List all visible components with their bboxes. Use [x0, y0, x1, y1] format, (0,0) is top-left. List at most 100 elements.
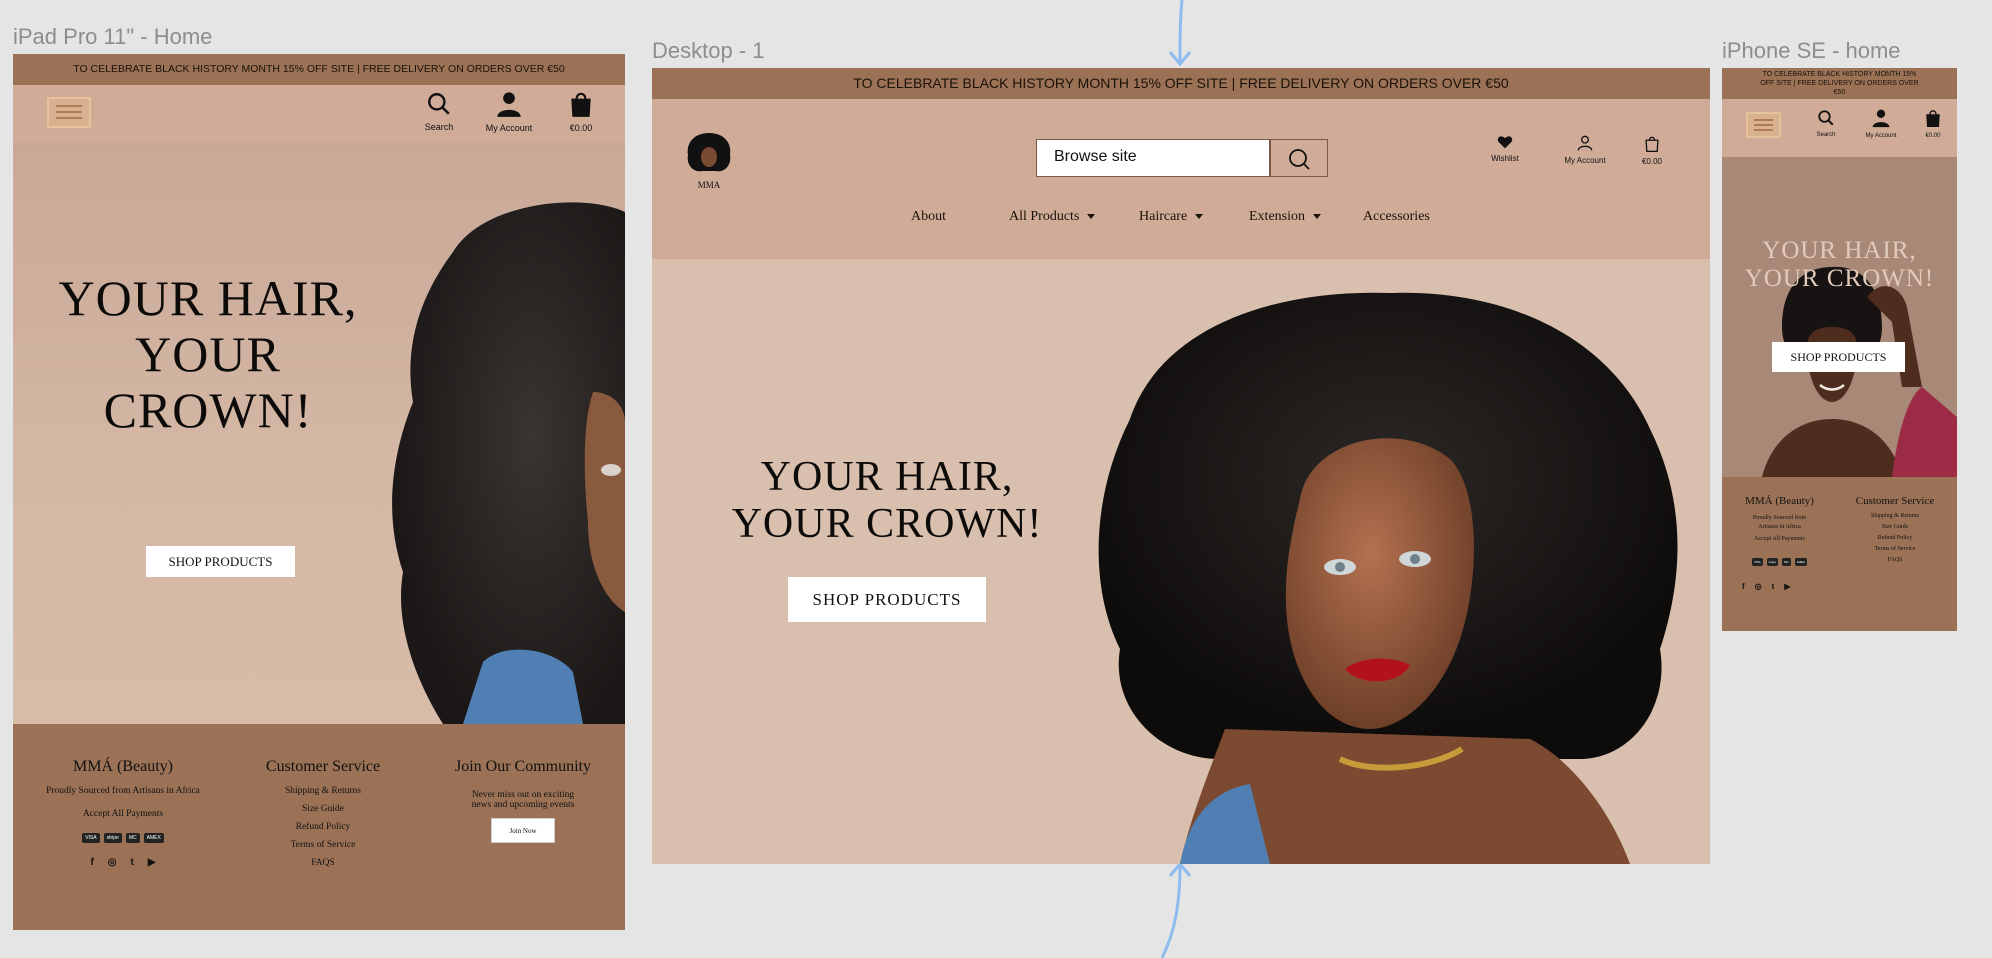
site-header: Search My Account €0.00	[1722, 99, 1957, 157]
hero-section: YOUR HAIR, YOUR CROWN! SHOP PRODUCTS	[13, 142, 625, 724]
nav-about[interactable]: About	[911, 209, 946, 225]
search-input[interactable]: Browse site	[1036, 139, 1270, 177]
footer-link-shipping[interactable]: Shipping & Returns	[233, 786, 413, 796]
footer-link-terms[interactable]: Terms of Service	[233, 840, 413, 850]
search-button[interactable]: Search	[1808, 109, 1844, 138]
mastercard-icon: MC	[125, 833, 140, 843]
payment-methods: VISA stripe MC AMEX	[1727, 550, 1832, 568]
shop-products-button[interactable]: SHOP PRODUCTS	[788, 577, 986, 622]
search-icon	[428, 93, 450, 115]
frame-label-iphone[interactable]: iPhone SE - home	[1722, 38, 1901, 64]
community-text-line2: news and upcoming events	[471, 800, 575, 810]
desktop-frame: TO CELEBRATE BLACK HISTORY MONTH 15% OFF…	[652, 68, 1710, 864]
hamburger-menu-button[interactable]	[1746, 112, 1781, 138]
shop-products-button[interactable]: SHOP PRODUCTS	[146, 546, 295, 577]
youtube-icon[interactable]: ▶	[1784, 582, 1790, 591]
footer-link-refund[interactable]: Refund Policy	[233, 822, 413, 832]
footer-link-faqs[interactable]: FAQS	[1840, 557, 1950, 563]
footer-link-size-guide[interactable]: Size Guide	[233, 804, 413, 814]
shopping-bag-icon	[1926, 110, 1940, 127]
footer-payments-label: Accept All Payments	[1754, 536, 1805, 542]
account-button[interactable]: My Account	[469, 90, 549, 133]
instagram-icon[interactable]: ◎	[108, 857, 117, 868]
account-button[interactable]: My Account	[1550, 135, 1620, 165]
nav-all-products[interactable]: All Products	[1009, 209, 1096, 225]
promo-banner: TO CELEBRATE BLACK HISTORY MONTH 15% OFF…	[1722, 68, 1957, 99]
prototype-connector-bottom	[1160, 861, 1192, 958]
frame-label-ipad[interactable]: iPad Pro 11" - Home	[13, 24, 212, 50]
footer-link-shipping[interactable]: Shipping & Returns	[1840, 513, 1950, 519]
promo-banner-line2: OFF SITE | FREE DELIVERY ON ORDERS OVER	[1760, 80, 1919, 87]
social-links: f ◎ t ▶	[23, 852, 223, 870]
footer-community-title: Join Our Community	[454, 758, 591, 775]
account-button[interactable]: My Account	[1856, 108, 1906, 139]
facebook-icon[interactable]: f	[1742, 582, 1745, 591]
visa-icon: VISA	[82, 833, 100, 843]
promo-banner-line1: TO CELEBRATE BLACK HISTORY MONTH 15%	[1762, 71, 1917, 78]
footer-community-column: Join Our Community Never miss out on exc…	[433, 758, 613, 843]
hero-model-image	[1762, 266, 1957, 477]
search-button[interactable]: Search	[409, 91, 469, 132]
cart-button[interactable]: €0.00	[1632, 135, 1672, 166]
wishlist-button[interactable]: Wishlist	[1480, 135, 1530, 163]
site-footer: MMÁ (Beauty) Proudly Sourced from Artisa…	[13, 724, 625, 930]
footer-brand-column: MMÁ (Beauty) Proudly Sourced from Artisa…	[23, 758, 223, 870]
search-submit-button[interactable]	[1270, 139, 1328, 177]
nav-accessories-label: Accessories	[1363, 209, 1430, 224]
frame-label-desktop[interactable]: Desktop - 1	[652, 38, 765, 64]
iphone-frame: TO CELEBRATE BLACK HISTORY MONTH 15% OFF…	[1722, 68, 1957, 631]
nav-extension-label: Extension	[1249, 209, 1305, 224]
footer-link-faqs[interactable]: FAQS	[233, 858, 413, 868]
site-footer: MMÁ (Beauty) Proudly Sourced from Artisa…	[1722, 477, 1957, 631]
stripe-icon: stripe	[103, 833, 122, 843]
brand-logo[interactable]: MMA	[684, 131, 734, 191]
footer-link-size-guide[interactable]: Size Guide	[1840, 524, 1950, 530]
hero-section: YOUR HAIR, YOUR CROWN! SHOP PRODUCTS	[652, 259, 1710, 864]
hamburger-menu-button[interactable]	[47, 97, 91, 128]
hero-title-line1: YOUR HAIR,	[1762, 237, 1917, 264]
cart-total: €0.00	[1641, 157, 1663, 166]
chevron-down-icon	[1195, 214, 1204, 220]
search-placeholder: Browse site	[1054, 148, 1137, 165]
search-label: Search	[424, 122, 454, 132]
user-icon	[497, 92, 521, 117]
nav-all-products-label: All Products	[1009, 209, 1080, 224]
nav-extension[interactable]: Extension	[1249, 209, 1321, 225]
footer-sourced-line1: Proudly Sourced from	[1752, 515, 1807, 521]
footer-brand-title: MMÁ (Beauty)	[73, 758, 173, 775]
hero-title-line1: YOUR HAIR,	[58, 270, 358, 326]
hero-title: YOUR HAIR, YOUR CROWN!	[53, 270, 363, 438]
hero-model-image	[392, 202, 625, 724]
hero-section: YOUR HAIR, YOUR CROWN! SHOP PRODUCTS	[1722, 157, 1957, 477]
nav-haircare[interactable]: Haircare	[1139, 209, 1204, 225]
twitter-icon[interactable]: t	[1772, 582, 1775, 591]
nav-about-label: About	[911, 209, 946, 224]
hero-title: YOUR HAIR, YOUR CROWN!	[1732, 237, 1947, 293]
footer-sourced-line2: Artisans in Africa	[1758, 524, 1801, 530]
chevron-down-icon	[1087, 214, 1096, 220]
instagram-icon[interactable]: ◎	[1755, 582, 1762, 591]
account-label: My Account	[1564, 156, 1606, 165]
amex-icon: AMEX	[143, 833, 164, 843]
search-icon	[1289, 149, 1310, 170]
cart-button[interactable]: €0.00	[551, 90, 611, 133]
youtube-icon[interactable]: ▶	[148, 857, 156, 868]
nav-accessories[interactable]: Accessories	[1363, 209, 1430, 225]
hero-title-line2: YOUR CROWN!	[731, 501, 1043, 548]
logo-text: MMA	[697, 180, 721, 190]
promo-banner: TO CELEBRATE BLACK HISTORY MONTH 15% OFF…	[13, 54, 625, 85]
facebook-icon[interactable]: f	[90, 857, 93, 868]
social-links: f ◎ t ▶	[1727, 576, 1832, 594]
ipad-frame: TO CELEBRATE BLACK HISTORY MONTH 15% OFF…	[13, 54, 625, 930]
visa-icon: VISA	[1751, 558, 1763, 566]
join-now-button[interactable]: Join Now	[491, 818, 555, 843]
footer-link-terms[interactable]: Terms of Service	[1840, 546, 1950, 552]
hero-title-line2: YOUR CROWN!	[1744, 265, 1935, 292]
twitter-icon[interactable]: t	[131, 857, 134, 868]
footer-link-refund[interactable]: Refund Policy	[1840, 535, 1950, 541]
hero-title-line1: YOUR HAIR,	[760, 454, 1014, 500]
shop-products-button[interactable]: SHOP PRODUCTS	[1772, 342, 1905, 372]
mastercard-icon: MC	[1782, 558, 1791, 566]
stripe-icon: stripe	[1766, 558, 1778, 566]
cart-button[interactable]: €0.00	[1916, 108, 1950, 139]
